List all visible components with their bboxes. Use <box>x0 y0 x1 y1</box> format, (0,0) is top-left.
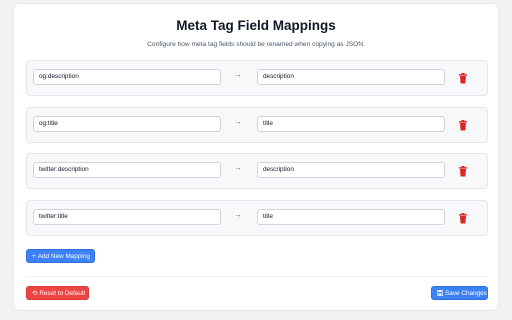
source-field-input[interactable]: og:title <box>33 116 221 132</box>
trash-icon[interactable] <box>458 120 468 131</box>
source-field-input[interactable]: twitter:description <box>33 162 221 178</box>
save-label: Save Changes <box>445 290 487 297</box>
reset-label: Reset to Default <box>39 290 86 297</box>
mapping-row: og:title → title <box>26 107 488 143</box>
source-field-input[interactable]: og:description <box>33 69 221 85</box>
divider <box>26 276 488 277</box>
mapping-row: og:description → description <box>26 60 488 96</box>
mapping-row: twitter:title → title <box>26 200 488 236</box>
target-field-input[interactable]: title <box>257 116 445 132</box>
target-field-input[interactable]: title <box>257 209 445 225</box>
reset-to-default-button[interactable]: ⟲ Reset to Default <box>26 286 89 300</box>
settings-card: Meta Tag Field Mappings Configure how me… <box>14 4 498 310</box>
source-field-input[interactable]: twitter:title <box>33 209 221 225</box>
undo-icon: ⟲ <box>32 290 38 297</box>
mapping-row: twitter:description → description <box>26 153 488 189</box>
arrow-right-icon: → <box>234 210 242 219</box>
add-mapping-button[interactable]: + Add New Mapping <box>26 249 95 263</box>
page-subtitle: Configure how meta tag fields should be … <box>147 41 365 48</box>
add-mapping-label: Add New Mapping <box>37 253 90 260</box>
save-changes-button[interactable]: Save Changes <box>431 286 488 300</box>
trash-icon[interactable] <box>458 73 468 84</box>
trash-icon[interactable] <box>458 213 468 224</box>
target-field-input[interactable]: description <box>257 69 445 85</box>
plus-icon: + <box>32 253 36 260</box>
arrow-right-icon: → <box>234 70 242 79</box>
target-field-input[interactable]: description <box>257 162 445 178</box>
trash-icon[interactable] <box>458 166 468 177</box>
page-title: Meta Tag Field Mappings <box>176 18 336 33</box>
arrow-right-icon: → <box>234 117 242 126</box>
arrow-right-icon: → <box>234 163 242 172</box>
save-icon <box>437 289 443 296</box>
